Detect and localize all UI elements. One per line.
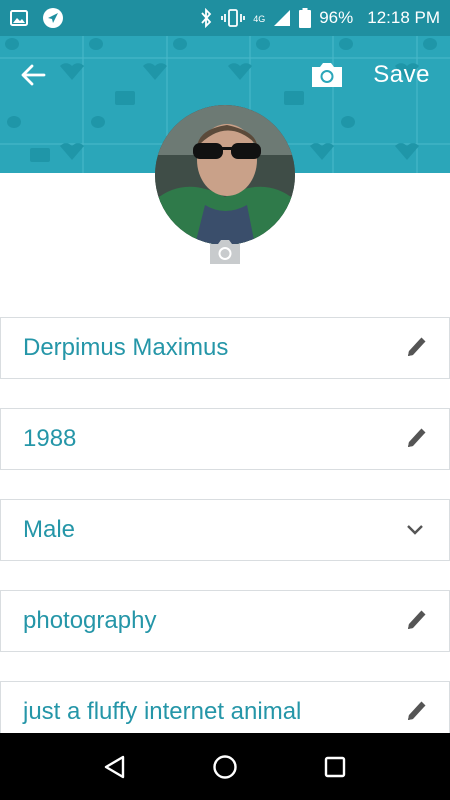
name-value: Derpimus Maximus bbox=[23, 334, 229, 361]
nav-back-button[interactable] bbox=[95, 747, 135, 787]
change-avatar-button[interactable] bbox=[207, 238, 243, 266]
save-button[interactable]: Save bbox=[373, 61, 430, 89]
bio-value: just a fluffy internet animal bbox=[23, 698, 302, 725]
avatar[interactable] bbox=[155, 105, 295, 245]
battery-icon bbox=[299, 8, 312, 28]
change-cover-button[interactable] bbox=[309, 61, 345, 89]
interests-field[interactable]: photography bbox=[0, 590, 450, 652]
navigation-notification-icon bbox=[43, 8, 63, 28]
system-nav-bar bbox=[0, 733, 450, 800]
avatar-photo bbox=[155, 105, 295, 245]
circle-home-icon bbox=[213, 754, 237, 779]
battery-percent: 96% bbox=[319, 8, 354, 27]
gallery-notification-icon bbox=[10, 10, 28, 26]
square-recents-icon bbox=[324, 756, 346, 777]
signal-icon bbox=[274, 10, 291, 26]
back-arrow-icon bbox=[21, 64, 46, 86]
status-notifications bbox=[10, 7, 64, 29]
interests-value: photography bbox=[23, 607, 157, 634]
gender-select[interactable]: Male bbox=[0, 499, 450, 561]
toolbar: Save bbox=[0, 36, 450, 114]
chevron-down-icon[interactable] bbox=[403, 518, 427, 542]
nav-home-button[interactable] bbox=[205, 747, 245, 787]
status-indicators: 4G 96% 12:18 PM bbox=[199, 8, 440, 28]
pencil-icon[interactable] bbox=[403, 700, 427, 724]
pencil-icon[interactable] bbox=[403, 427, 427, 451]
nav-recents-button[interactable] bbox=[315, 747, 355, 787]
gender-value: Male bbox=[23, 516, 76, 543]
toolbar-actions: Save bbox=[309, 61, 430, 89]
camera-icon bbox=[210, 240, 240, 264]
status-bar: 4G 96% 12:18 PM bbox=[0, 0, 450, 36]
vibrate-icon bbox=[221, 9, 246, 27]
clock: 12:18 PM bbox=[367, 8, 440, 27]
back-button[interactable] bbox=[20, 55, 60, 95]
pencil-icon[interactable] bbox=[403, 336, 427, 360]
birth-year-field[interactable]: 1988 bbox=[0, 408, 450, 470]
bluetooth-icon bbox=[201, 8, 212, 28]
birth-year-value: 1988 bbox=[23, 425, 77, 452]
camera-icon bbox=[312, 63, 343, 87]
triangle-back-icon bbox=[104, 755, 125, 778]
name-field[interactable]: Derpimus Maximus bbox=[0, 317, 450, 379]
pencil-icon[interactable] bbox=[403, 609, 427, 633]
network-type-label: 4G bbox=[253, 14, 266, 24]
